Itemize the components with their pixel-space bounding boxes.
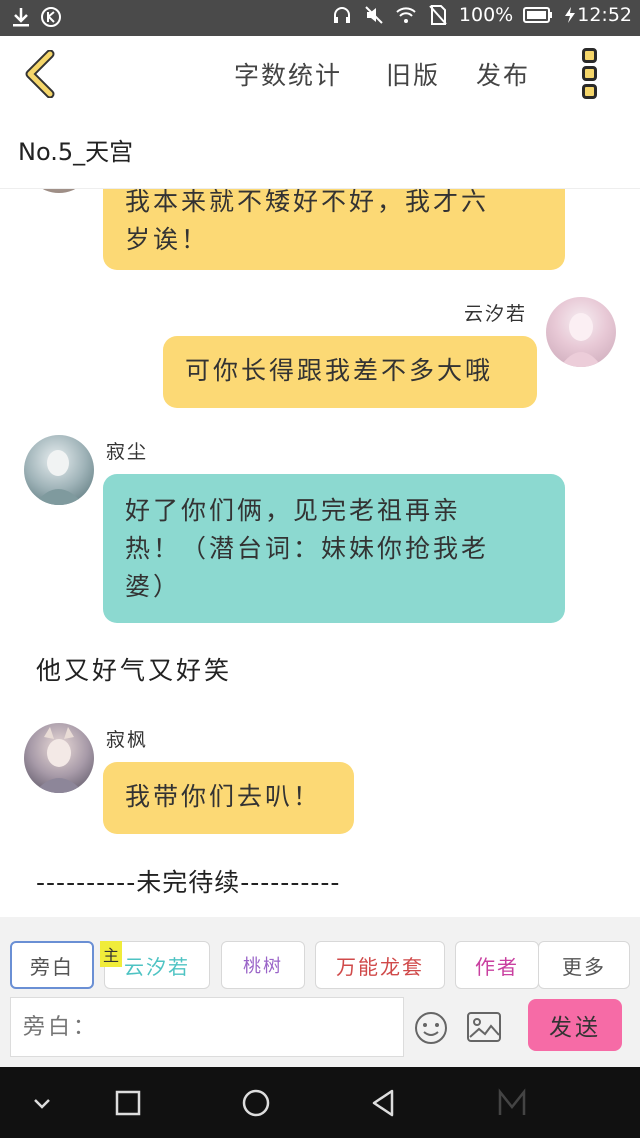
message-text: 我带你们去叭！ — [125, 782, 322, 811]
publish-button[interactable]: 发布 — [476, 56, 530, 92]
role-more-button[interactable]: 更多 — [538, 941, 630, 989]
download-icon — [10, 6, 32, 28]
no-sim-icon — [427, 4, 449, 26]
avatar[interactable] — [24, 189, 94, 193]
role-label: 作者 — [475, 954, 519, 979]
word-count-button[interactable]: 字数统计 — [234, 56, 342, 92]
back-triangle-icon[interactable] — [368, 1087, 400, 1119]
message-text: 婆） — [125, 572, 182, 601]
emoji-button[interactable] — [414, 1011, 448, 1045]
more-menu-button[interactable] — [578, 48, 600, 100]
status-bar: 100% 12:52 — [0, 0, 640, 36]
role-label: 云汐若 — [124, 954, 190, 979]
battery-percent: 100% — [458, 4, 514, 26]
narration-text: 他又好气又好笑 — [36, 656, 233, 685]
speaker-name: 寂尘 — [106, 441, 149, 463]
message-bubble[interactable]: 我本来就不矮好不好，我才六 岁诶！ — [103, 189, 565, 270]
chat-area[interactable]: 我本来就不矮好不好，我才六 岁诶！ 云汐若 可你长得跟我差不多大哦 寂尘 好了你… — [0, 189, 640, 917]
character-portrait-icon — [34, 450, 84, 505]
chevron-left-icon — [25, 49, 55, 99]
recents-square-icon[interactable] — [112, 1087, 144, 1119]
system-nav-bar — [0, 1067, 640, 1138]
home-circle-icon[interactable] — [240, 1087, 272, 1119]
charging-icon — [563, 4, 577, 26]
send-button[interactable]: 发送 — [528, 999, 622, 1051]
role-label: 旁白 — [30, 954, 74, 979]
message-text: 热！（潜台词：妹妹你抢我老 — [125, 534, 490, 563]
image-icon — [467, 1012, 501, 1042]
role-label: 万能龙套 — [336, 954, 424, 979]
character-portrait-icon — [34, 727, 84, 793]
host-badge: 主 — [100, 941, 122, 967]
top-toolbar: 字数统计 旧版 发布 — [0, 36, 640, 112]
role-label: 桃树 — [243, 956, 283, 977]
back-button[interactable] — [18, 49, 62, 99]
m-logo-icon[interactable] — [496, 1087, 528, 1119]
mute-icon — [363, 4, 385, 26]
k-badge-icon — [40, 6, 62, 28]
role-narrator-button[interactable]: 旁白 — [10, 941, 94, 989]
narration-text: ----------未完待续---------- — [36, 868, 341, 897]
more-dot-icon — [581, 84, 597, 99]
headphones-icon — [331, 4, 353, 26]
battery-icon — [523, 4, 553, 26]
old-version-button[interactable]: 旧版 — [386, 56, 440, 92]
message-input[interactable] — [10, 997, 404, 1057]
message-text: 好了你们俩，见完老祖再亲 — [125, 496, 462, 525]
message-text: 岁诶！ — [125, 225, 210, 254]
clock: 12:52 — [577, 4, 632, 26]
chevron-down-icon[interactable] — [26, 1087, 58, 1119]
wifi-icon — [395, 4, 417, 26]
smiley-icon — [415, 1012, 447, 1044]
character-portrait-icon — [560, 313, 602, 367]
role-wanneng-button[interactable]: 万能龙套 — [315, 941, 445, 989]
avatar[interactable] — [24, 723, 94, 793]
message-bubble[interactable]: 好了你们俩，见完老祖再亲 热！（潜台词：妹妹你抢我老 婆） — [103, 474, 565, 623]
role-author-button[interactable]: 作者 — [455, 941, 539, 989]
message-text: 我本来就不矮好不好，我才六 — [125, 189, 490, 216]
speaker-name: 寂枫 — [106, 729, 149, 751]
message-bubble[interactable]: 可你长得跟我差不多大哦 — [163, 336, 537, 408]
role-label: 更多 — [562, 954, 606, 979]
more-dot-icon — [581, 66, 597, 81]
speaker-name: 云汐若 — [464, 303, 528, 325]
avatar[interactable] — [24, 435, 94, 505]
more-dot-icon — [581, 48, 597, 63]
role-taoshu-button[interactable]: 桃树 — [221, 941, 305, 989]
image-button[interactable] — [466, 1011, 502, 1043]
avatar[interactable] — [546, 297, 616, 367]
composer-panel: 旁白 云汐若 主 桃树 万能龙套 作者 更多 发送 — [0, 917, 640, 1067]
message-bubble[interactable]: 我带你们去叭！ — [103, 762, 354, 834]
message-text: 可你长得跟我差不多大哦 — [185, 356, 494, 385]
chapter-title: No.5_天宫 — [18, 138, 134, 166]
